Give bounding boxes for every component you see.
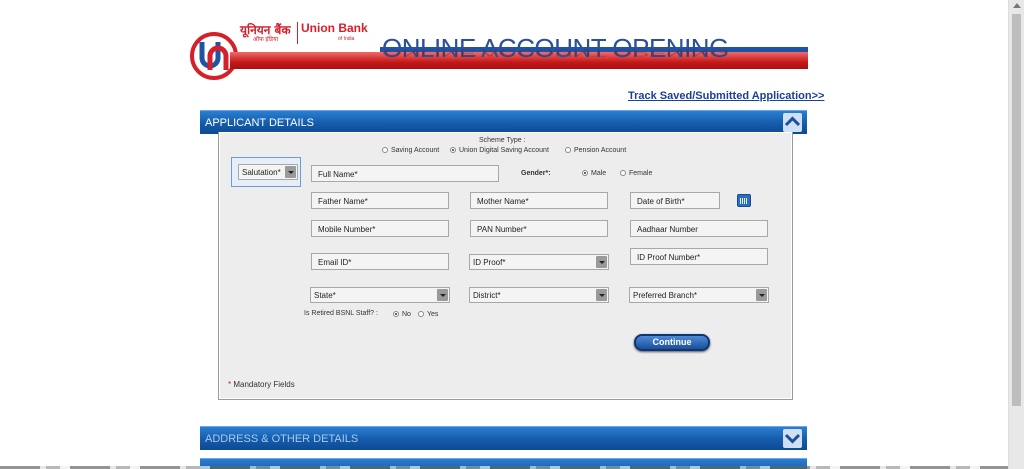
scheme-option-saving: Saving Account bbox=[391, 147, 440, 154]
chevron-down-icon bbox=[756, 289, 767, 301]
bsnl-radio-yes[interactable] bbox=[418, 311, 424, 317]
full-name-field[interactable]: Full Name* bbox=[311, 165, 499, 182]
father-name-field[interactable]: Father Name* bbox=[311, 192, 449, 209]
page: यूनियन बैंक Union Bank ऑफ इंडिया of Indi… bbox=[0, 0, 1024, 469]
gender-label: Gender*: bbox=[521, 170, 551, 177]
mandatory-text: Mandatory Fields bbox=[233, 380, 295, 389]
scheme-option-digital: Union Digital Saving Account bbox=[459, 147, 549, 154]
gender-option-female: Female bbox=[629, 170, 653, 177]
gender-radio-female[interactable] bbox=[620, 170, 626, 176]
id-proof-select[interactable]: ID Proof* bbox=[469, 254, 609, 270]
district-select[interactable]: District* bbox=[469, 287, 609, 303]
preferred-branch-select[interactable]: Preferred Branch* bbox=[629, 287, 769, 303]
chevron-down-icon bbox=[596, 289, 607, 301]
date-of-birth-field[interactable]: Date of Birth* bbox=[630, 192, 720, 209]
expand-button[interactable] bbox=[783, 429, 802, 448]
banner-title-reflection: ONLINE ACCOUNT OPENING bbox=[382, 47, 729, 59]
gender-radio-male[interactable] bbox=[582, 170, 588, 176]
address-details-title: ADDRESS & OTHER DETAILS bbox=[205, 433, 359, 445]
applicant-details-title: APPLICANT DETAILS bbox=[205, 117, 315, 129]
chevron-up-icon bbox=[784, 116, 801, 127]
logo-english-text: Union Bank bbox=[301, 21, 368, 35]
id-proof-value: ID Proof* bbox=[473, 258, 506, 267]
mandatory-fields-note: * Mandatory Fields bbox=[228, 380, 295, 389]
scheme-radio-saving[interactable] bbox=[382, 147, 388, 153]
chevron-down-icon bbox=[784, 433, 801, 444]
scrollbar-thumb[interactable] bbox=[1012, 14, 1021, 406]
mobile-number-field[interactable]: Mobile Number* bbox=[311, 220, 449, 237]
collapse-button[interactable] bbox=[783, 113, 802, 132]
state-select[interactable]: State* bbox=[310, 287, 450, 303]
bsnl-radio-no[interactable] bbox=[393, 311, 399, 317]
pan-number-field[interactable]: PAN Number* bbox=[470, 220, 608, 237]
district-value: District* bbox=[473, 291, 501, 300]
bsnl-option-yes: Yes bbox=[427, 311, 439, 318]
mother-name-field[interactable]: Mother Name* bbox=[470, 192, 608, 209]
gender-option-male: Male bbox=[591, 170, 607, 177]
scheme-type-label: Scheme Type : bbox=[479, 137, 526, 144]
state-value: State* bbox=[314, 291, 336, 300]
continue-button[interactable]: Continue bbox=[634, 334, 710, 351]
logo-hindi-subtext: ऑफ इंडिया bbox=[253, 37, 279, 43]
chevron-down-icon bbox=[437, 289, 448, 301]
preferred-branch-value: Preferred Branch* bbox=[633, 291, 698, 300]
salutation-value: Salutation* bbox=[242, 168, 281, 177]
salutation-select[interactable]: Salutation* bbox=[238, 164, 298, 180]
id-proof-number-field[interactable]: ID Proof Number* bbox=[630, 248, 768, 265]
scroll-up-arrow-icon[interactable] bbox=[1013, 3, 1021, 8]
scheme-option-pension: Pension Account bbox=[574, 147, 627, 154]
address-details-header[interactable]: ADDRESS & OTHER DETAILS bbox=[200, 426, 807, 450]
bsnl-option-no: No bbox=[402, 311, 411, 318]
aadhaar-number-field[interactable]: Aadhaar Number bbox=[630, 220, 768, 237]
chevron-down-icon bbox=[285, 166, 296, 178]
logo-english-subtext: of India bbox=[338, 36, 355, 42]
calendar-icon[interactable] bbox=[737, 194, 751, 207]
mandatory-star: * bbox=[228, 380, 232, 389]
applicant-details-header[interactable]: APPLICANT DETAILS bbox=[200, 110, 807, 134]
chevron-down-icon bbox=[596, 256, 607, 268]
scheme-radio-pension[interactable] bbox=[565, 147, 571, 153]
vertical-scrollbar[interactable] bbox=[1008, 0, 1024, 469]
track-application-link[interactable]: Track Saved/Submitted Application>> bbox=[628, 90, 824, 102]
scheme-radio-digital[interactable] bbox=[450, 147, 456, 153]
bsnl-staff-label: Is Retired BSNL Staff? : bbox=[304, 310, 378, 317]
logo-separator bbox=[297, 22, 298, 44]
email-id-field[interactable]: Email ID* bbox=[311, 253, 449, 270]
